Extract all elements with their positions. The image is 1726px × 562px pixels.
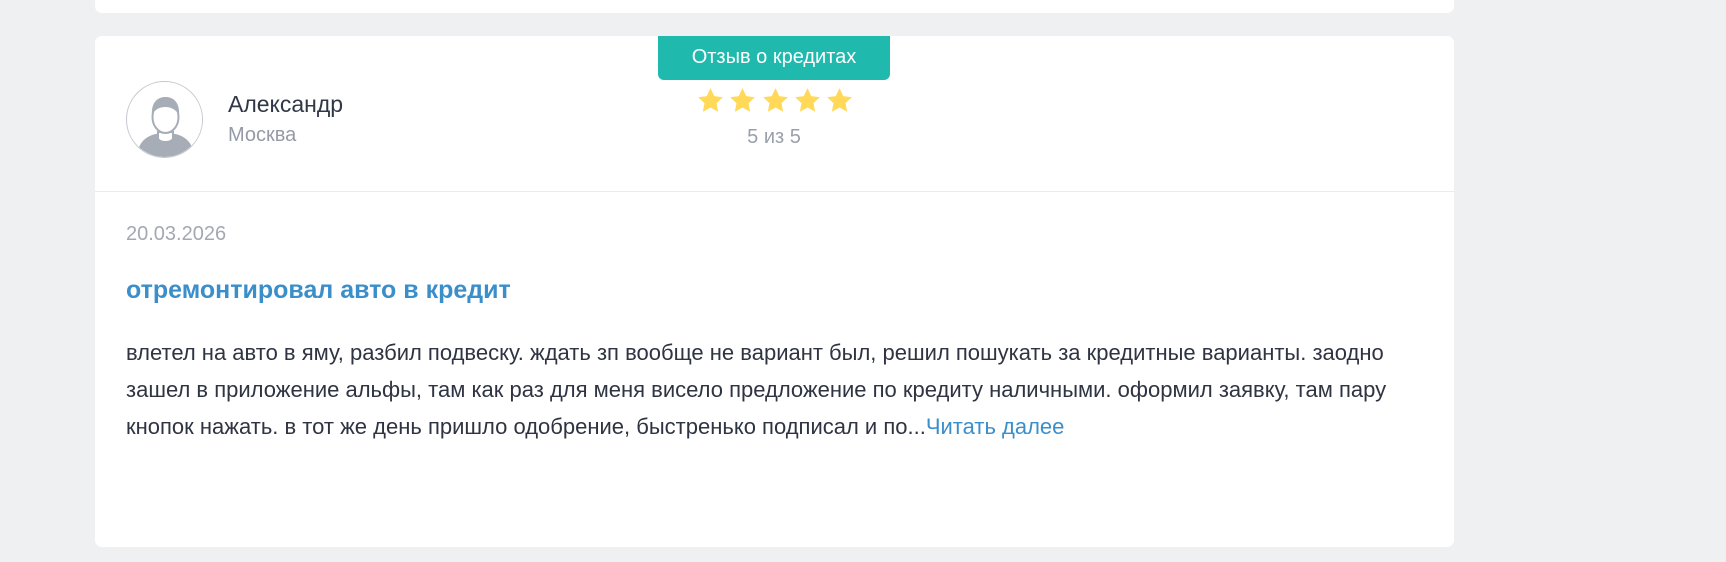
- rating-text: 5 из 5: [747, 126, 801, 148]
- star-icon: [696, 86, 725, 115]
- review-body: влетел на авто в яму, разбил подвеску. ж…: [126, 334, 1426, 445]
- review-header: Александр Москва 5 из 5: [95, 36, 1454, 192]
- star-icon: [728, 86, 757, 115]
- review-title[interactable]: отремонтировал авто в кредит: [126, 276, 511, 305]
- rating-stars: [696, 86, 854, 116]
- star-icon: [825, 86, 854, 115]
- review-text: влетел на авто в яму, разбил подвеску. ж…: [126, 340, 1387, 439]
- star-icon: [793, 86, 822, 115]
- read-more-link[interactable]: Читать далее: [926, 414, 1065, 439]
- author-city: Москва: [228, 124, 297, 146]
- review-card: Отзыв о кредитах Александр Москва 5 из 5…: [95, 36, 1454, 547]
- author-name: Александр: [228, 91, 344, 117]
- previous-review-card: [95, 0, 1454, 13]
- star-icon: [761, 86, 790, 115]
- user-silhouette-icon: [126, 81, 203, 158]
- review-date: 20.03.2026: [126, 223, 227, 245]
